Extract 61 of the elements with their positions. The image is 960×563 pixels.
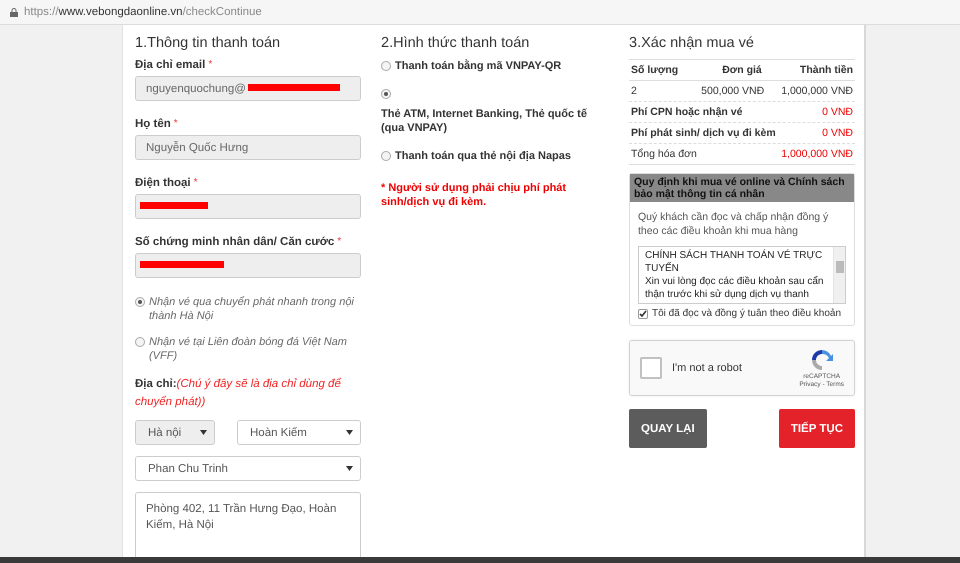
- fee-value: 0 VNĐ: [822, 106, 853, 118]
- column-header: Thành tiền: [798, 64, 853, 76]
- fee-label: Tổng hóa đơn: [631, 148, 698, 160]
- warning-note: * Người sử dụng phải chịu phí phát sinh/dịch vụ đi kèm.: [381, 181, 568, 209]
- terms-text: Xin vui lòng đọc các điều khoản sau cẩn thận trước khi sử dụng dịch vụ thanh: [645, 275, 824, 301]
- fee-value: 0 VNĐ: [822, 127, 853, 139]
- radio-button[interactable]: [381, 61, 391, 71]
- address-label: Địa chỉ:(Chú ý đây sẽ là địa chỉ dùng để chuyển phát)): [135, 376, 342, 410]
- caret-icon: [346, 430, 353, 435]
- required-mark: *: [174, 118, 178, 129]
- caret-icon: [200, 430, 207, 435]
- radio-button[interactable]: [135, 297, 145, 307]
- scrollbar[interactable]: [833, 247, 845, 303]
- radio-button[interactable]: [381, 89, 391, 99]
- field-value: nguyenquochung@: [146, 82, 246, 94]
- required-mark: *: [208, 59, 212, 70]
- required-mark: *: [194, 177, 198, 188]
- policy-intro: Quý khách cần đọc và chấp nhận đồng ý theo các điều khoản khi mua hàng: [638, 210, 830, 238]
- section-title: 2.Hình thức thanh toán: [381, 35, 530, 51]
- option-label: Nhận vé qua chuyển phát nhanh trong nội thành Hà Nội: [149, 295, 355, 323]
- fee-label: Phí phát sinh/ dịch vụ đi kèm: [631, 127, 777, 139]
- section-title: 3.Xác nhận mua vé: [629, 35, 755, 51]
- input-field[interactable]: nguyenquochung@: [135, 76, 361, 101]
- url-text: https://www.vebongdaonline.vn/checkContinue: [24, 6, 262, 18]
- fee-value: 1,000,000 VNĐ: [781, 148, 853, 160]
- table-cell-text: 1,000,000 VNĐ: [780, 85, 853, 97]
- option-label: Thanh toán qua thẻ nội địa Napas: [395, 149, 572, 163]
- checkbox[interactable]: [638, 308, 648, 318]
- field-value: Nguyễn Quốc Hưng: [146, 142, 248, 154]
- column-header: Số lượng: [631, 64, 680, 76]
- select-dropdown[interactable]: Phan Chu Trinh: [135, 456, 361, 481]
- field-label: Họ tên: [135, 118, 171, 130]
- policy-title: Quy định khi mua vé online và Chính sách bảo mật thông tin cá nhân: [630, 174, 854, 202]
- terms-box[interactable]: CHÍNH SÁCH THANH TOÁN VÉ TRỰC TUYẾN Xin vui lòng đọc các điều khoản sau cẩn thận trước khi sử dụng dịch vụ thanh: [638, 246, 846, 304]
- table-cell-text: 2: [631, 85, 638, 97]
- table-cell-text: 500,000 VNĐ: [700, 85, 764, 97]
- option-label: Thẻ ATM, Internet Banking, Thẻ quốc tế (qua VNPAY): [381, 107, 588, 135]
- input-field[interactable]: Nguyễn Quốc Hưng: [135, 135, 361, 160]
- option-label: Nhận vé tại Liên đoàn bóng đá Việt Nam (VFF): [149, 335, 348, 363]
- address-bar[interactable]: https://www.vebongdaonline.vn/checkContinue: [0, 0, 960, 25]
- field-label: Địa chỉ email: [135, 59, 206, 71]
- recaptcha-logo-icon: [810, 348, 834, 372]
- captcha-label: I'm not a robot: [672, 362, 743, 374]
- input-field[interactable]: [135, 194, 361, 219]
- select-dropdown[interactable]: Hoàn Kiếm: [237, 420, 361, 445]
- input-field[interactable]: [135, 253, 361, 278]
- checkbox-label: Tôi đã đọc và đồng ý tuân theo điều khoản: [652, 308, 842, 319]
- radio-button[interactable]: [135, 337, 145, 347]
- field-label: Điện thoại: [135, 177, 191, 189]
- radio-button[interactable]: [381, 151, 391, 161]
- back-button[interactable]: QUAY LẠI: [629, 409, 707, 448]
- terms-title: CHÍNH SÁCH THANH TOÁN VÉ TRỰC TUYẾN: [645, 249, 824, 275]
- required-mark: *: [337, 236, 342, 247]
- fee-label: Phí CPN hoặc nhận vé: [631, 106, 744, 118]
- column-header: Đơn giá: [721, 64, 763, 76]
- caret-icon: [346, 466, 353, 471]
- lock-icon: [10, 8, 18, 16]
- section-title: 1.Thông tin thanh toán: [135, 35, 282, 51]
- field-label: Số chứng minh nhân dân/ Căn cước: [135, 236, 334, 248]
- option-label: Thanh toán bằng mã VNPAY-QR: [395, 59, 562, 73]
- continue-button[interactable]: TIẾP TỤC: [778, 409, 855, 448]
